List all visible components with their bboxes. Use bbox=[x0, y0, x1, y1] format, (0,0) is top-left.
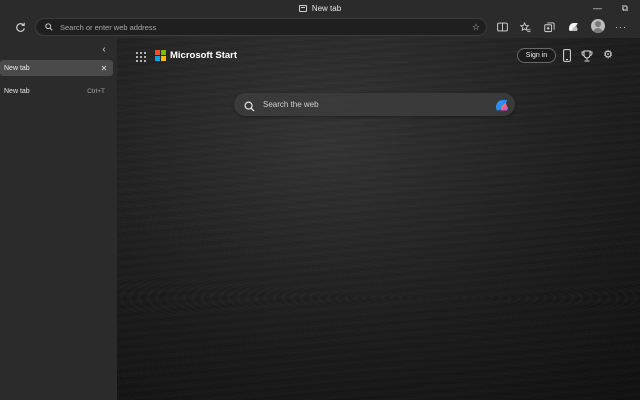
tab-label: New tab bbox=[4, 64, 30, 72]
settings-gear-icon[interactable]: ⚙ bbox=[602, 49, 614, 61]
close-icon[interactable]: ✕ bbox=[99, 64, 109, 73]
vertical-tabs-pane: ‹ New tab ✕ New tab Ctrl+T bbox=[0, 38, 117, 400]
title-bar: New tab — ⧉ bbox=[0, 0, 640, 17]
phone-icon[interactable] bbox=[562, 48, 572, 63]
profile-avatar[interactable] bbox=[591, 19, 605, 33]
tab-page-icon bbox=[298, 5, 307, 12]
search-input[interactable]: Search the web bbox=[263, 100, 494, 109]
address-input[interactable]: Search or enter web address bbox=[60, 23, 472, 32]
collections-icon bbox=[543, 21, 555, 32]
refresh-button[interactable] bbox=[13, 20, 27, 34]
minimize-button[interactable]: — bbox=[593, 2, 602, 14]
new-tab-page: Microsoft Start Sign in ⚙ Search the web bbox=[117, 38, 640, 400]
copilot-sidebar-button[interactable] bbox=[566, 20, 580, 34]
split-screen-icon bbox=[496, 22, 508, 32]
browser-window: New tab — ⧉ Search or enter web address … bbox=[0, 0, 640, 400]
microsoft-logo-icon bbox=[155, 50, 166, 61]
new-tab-button[interactable]: New tab Ctrl+T bbox=[0, 84, 113, 98]
window-title-group: New tab bbox=[298, 4, 342, 13]
brand-name[interactable]: Microsoft Start bbox=[170, 50, 237, 62]
copilot-icon[interactable] bbox=[494, 97, 510, 113]
favorites-button[interactable] bbox=[518, 20, 532, 34]
rewards-trophy-icon[interactable] bbox=[581, 49, 593, 62]
app-launcher-icon[interactable] bbox=[135, 51, 147, 63]
favorites-icon bbox=[519, 21, 531, 32]
new-tab-label: New tab bbox=[4, 87, 30, 95]
split-screen-button[interactable] bbox=[495, 20, 509, 34]
browser-toolbar: Search or enter web address ☆ ··· bbox=[0, 17, 640, 38]
new-tab-shortcut: Ctrl+T bbox=[87, 87, 105, 95]
tab-new-tab[interactable]: New tab ✕ bbox=[0, 60, 113, 76]
refresh-icon bbox=[15, 22, 25, 32]
window-title: New tab bbox=[311, 4, 342, 13]
copilot-icon bbox=[569, 23, 578, 31]
more-options-button[interactable]: ··· bbox=[614, 20, 628, 34]
star-icon[interactable]: ☆ bbox=[472, 22, 480, 33]
search-icon bbox=[244, 99, 255, 112]
sign-in-button[interactable]: Sign in bbox=[517, 48, 556, 63]
search-icon bbox=[45, 23, 53, 31]
collections-button[interactable] bbox=[542, 20, 556, 34]
web-search-box[interactable]: Search the web bbox=[234, 93, 515, 116]
collapse-pane-button[interactable]: ‹ bbox=[98, 44, 110, 56]
address-bar[interactable]: Search or enter web address ☆ bbox=[35, 18, 487, 36]
restore-button[interactable]: ⧉ bbox=[622, 2, 628, 14]
